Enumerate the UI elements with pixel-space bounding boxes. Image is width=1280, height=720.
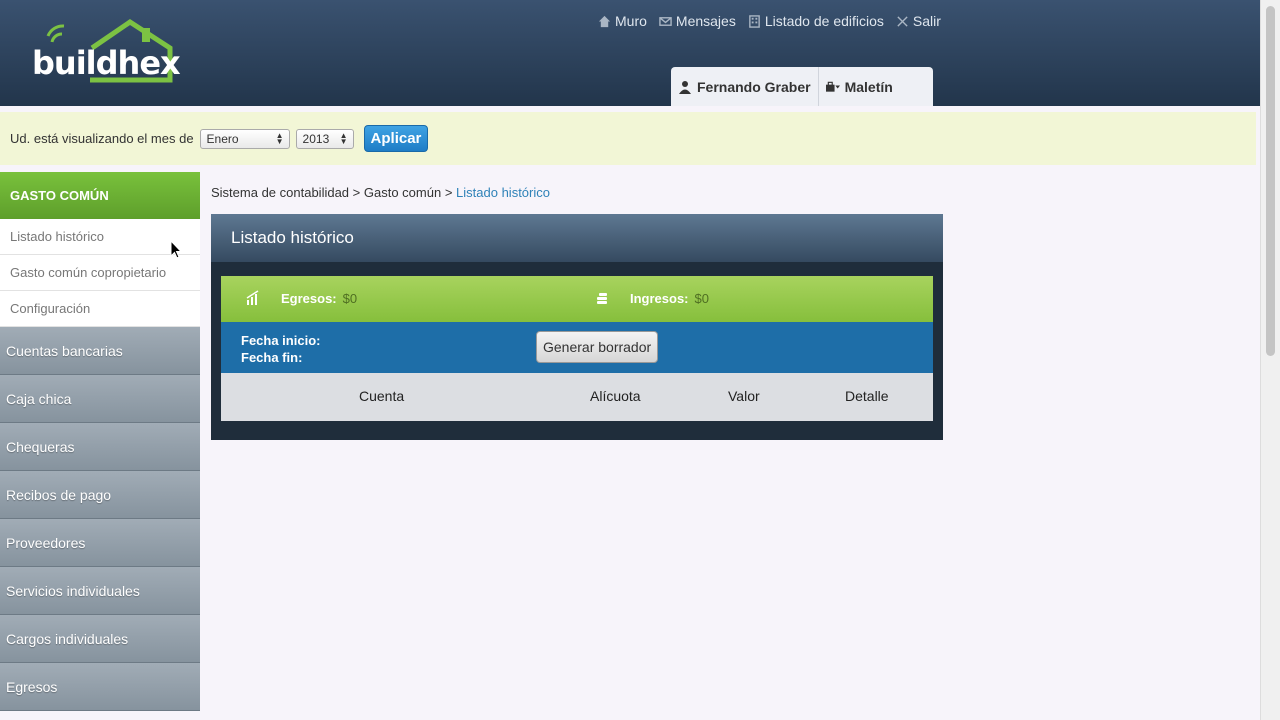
app-header: buildhex Muro Mensajes Listado de edific… bbox=[0, 0, 1260, 106]
sidebar-item-cuentas-bancarias[interactable]: Cuentas bancarias bbox=[0, 327, 200, 375]
sidebar-item-caja-chica[interactable]: Caja chica bbox=[0, 375, 200, 423]
briefcase-icon bbox=[825, 81, 840, 92]
sidebar-item-egresos[interactable]: Egresos bbox=[0, 663, 200, 711]
historic-list-panel: Listado histórico Egresos: $0 Ingresos: … bbox=[211, 214, 943, 440]
ingresos-label: Ingresos: bbox=[630, 290, 689, 306]
sidebar-section-gasto-comun[interactable]: GASTO COMÚN bbox=[0, 172, 200, 219]
sidebar-item-chequeras[interactable]: Chequeras bbox=[0, 423, 200, 471]
sidebar-item-proveedores[interactable]: Proveedores bbox=[0, 519, 200, 567]
month-select[interactable]: Enero ▲ ▼ bbox=[199, 128, 290, 149]
column-cuenta[interactable]: Cuenta bbox=[359, 388, 404, 404]
generate-draft-button[interactable]: Generar borrador bbox=[536, 331, 659, 363]
user-profile-tab[interactable]: Fernando Graber bbox=[671, 67, 818, 106]
maletin-label: Maletín bbox=[844, 78, 893, 95]
select-arrows-icon: ▲ ▼ bbox=[339, 130, 348, 146]
column-alicuota[interactable]: Alícuota bbox=[590, 388, 641, 404]
breadcrumb-separator: > bbox=[352, 185, 361, 200]
sidebar-item-recibos-pago[interactable]: Recibos de pago bbox=[0, 471, 200, 519]
filter-prefix-label: Ud. está visualizando el mes de bbox=[10, 131, 194, 146]
egresos-label: Egresos: bbox=[281, 290, 337, 306]
ingresos-summary: Ingresos: $0 bbox=[594, 290, 709, 306]
user-tabs: Fernando Graber Maletín bbox=[671, 67, 933, 106]
nav-muro-label: Muro bbox=[615, 13, 647, 29]
sidebar-item-servicios-individuales[interactable]: Servicios individuales bbox=[0, 567, 200, 615]
ingresos-value: $0 bbox=[694, 290, 709, 306]
fecha-fin-label: Fecha fin: bbox=[241, 350, 303, 365]
date-range-bar: Fecha inicio: Fecha fin: Generar borrado… bbox=[221, 322, 933, 373]
logo-text: buildhex bbox=[32, 44, 181, 82]
maletin-tab[interactable]: Maletín bbox=[817, 67, 900, 106]
nav-mensajes[interactable]: Mensajes bbox=[659, 13, 736, 29]
nav-muro[interactable]: Muro bbox=[598, 13, 647, 29]
month-filter-bar: Ud. está visualizando el mes de Enero ▲ ▼… bbox=[0, 112, 1256, 165]
close-icon bbox=[897, 15, 908, 27]
breadcrumb-contabilidad[interactable]: Sistema de contabilidad bbox=[211, 185, 349, 200]
sidebar-item-cargos-individuales[interactable]: Cargos individuales bbox=[0, 615, 200, 663]
table-header: Cuenta Alícuota Valor Detalle bbox=[221, 373, 933, 421]
nav-salir[interactable]: Salir bbox=[896, 13, 941, 29]
chart-up-icon bbox=[246, 290, 259, 305]
select-arrows-icon: ▲ ▼ bbox=[275, 130, 284, 146]
breadcrumb-gasto-comun[interactable]: Gasto común bbox=[364, 185, 441, 200]
home-icon bbox=[598, 15, 611, 27]
nav-listado-edificios[interactable]: Listado de edificios bbox=[748, 13, 884, 29]
nav-mensajes-label: Mensajes bbox=[675, 13, 736, 29]
panel-title: Listado histórico bbox=[211, 214, 943, 262]
mouse-cursor-icon bbox=[170, 240, 182, 259]
user-name: Fernando Graber bbox=[697, 78, 811, 95]
nav-listado-label: Listado de edificios bbox=[764, 13, 884, 29]
envelope-icon bbox=[659, 16, 672, 26]
date-labels: Fecha inicio: Fecha fin: bbox=[241, 332, 320, 366]
page-scrollbar[interactable] bbox=[1260, 0, 1280, 720]
breadcrumb: Sistema de contabilidad > Gasto común > … bbox=[211, 185, 550, 200]
breadcrumb-current[interactable]: Listado histórico bbox=[456, 185, 550, 200]
egresos-summary: Egresos: $0 bbox=[245, 290, 357, 306]
sidebar-subitem-configuracion[interactable]: Configuración bbox=[0, 291, 200, 327]
month-select-value: Enero bbox=[206, 131, 239, 146]
summary-bar: Egresos: $0 Ingresos: $0 bbox=[221, 276, 933, 322]
user-icon bbox=[679, 80, 691, 94]
column-detalle[interactable]: Detalle bbox=[845, 388, 889, 404]
fecha-inicio-label: Fecha inicio: bbox=[241, 333, 321, 348]
coins-icon bbox=[597, 293, 607, 304]
breadcrumb-separator: > bbox=[444, 185, 453, 200]
buildhex-logo[interactable]: buildhex bbox=[30, 18, 181, 84]
apply-button[interactable]: Aplicar bbox=[363, 125, 429, 152]
year-select[interactable]: 2013 ▲ ▼ bbox=[295, 128, 354, 149]
sidebar-subitem-gasto-copropietario[interactable]: Gasto común copropietario bbox=[0, 255, 200, 291]
scrollbar-thumb[interactable] bbox=[1266, 6, 1275, 356]
nav-salir-label: Salir bbox=[912, 13, 941, 29]
year-select-value: 2013 bbox=[302, 131, 330, 146]
building-icon bbox=[748, 14, 760, 28]
egresos-value: $0 bbox=[342, 290, 358, 306]
column-valor[interactable]: Valor bbox=[728, 388, 760, 404]
top-navigation: Muro Mensajes Listado de edificios Salir bbox=[598, 13, 941, 29]
